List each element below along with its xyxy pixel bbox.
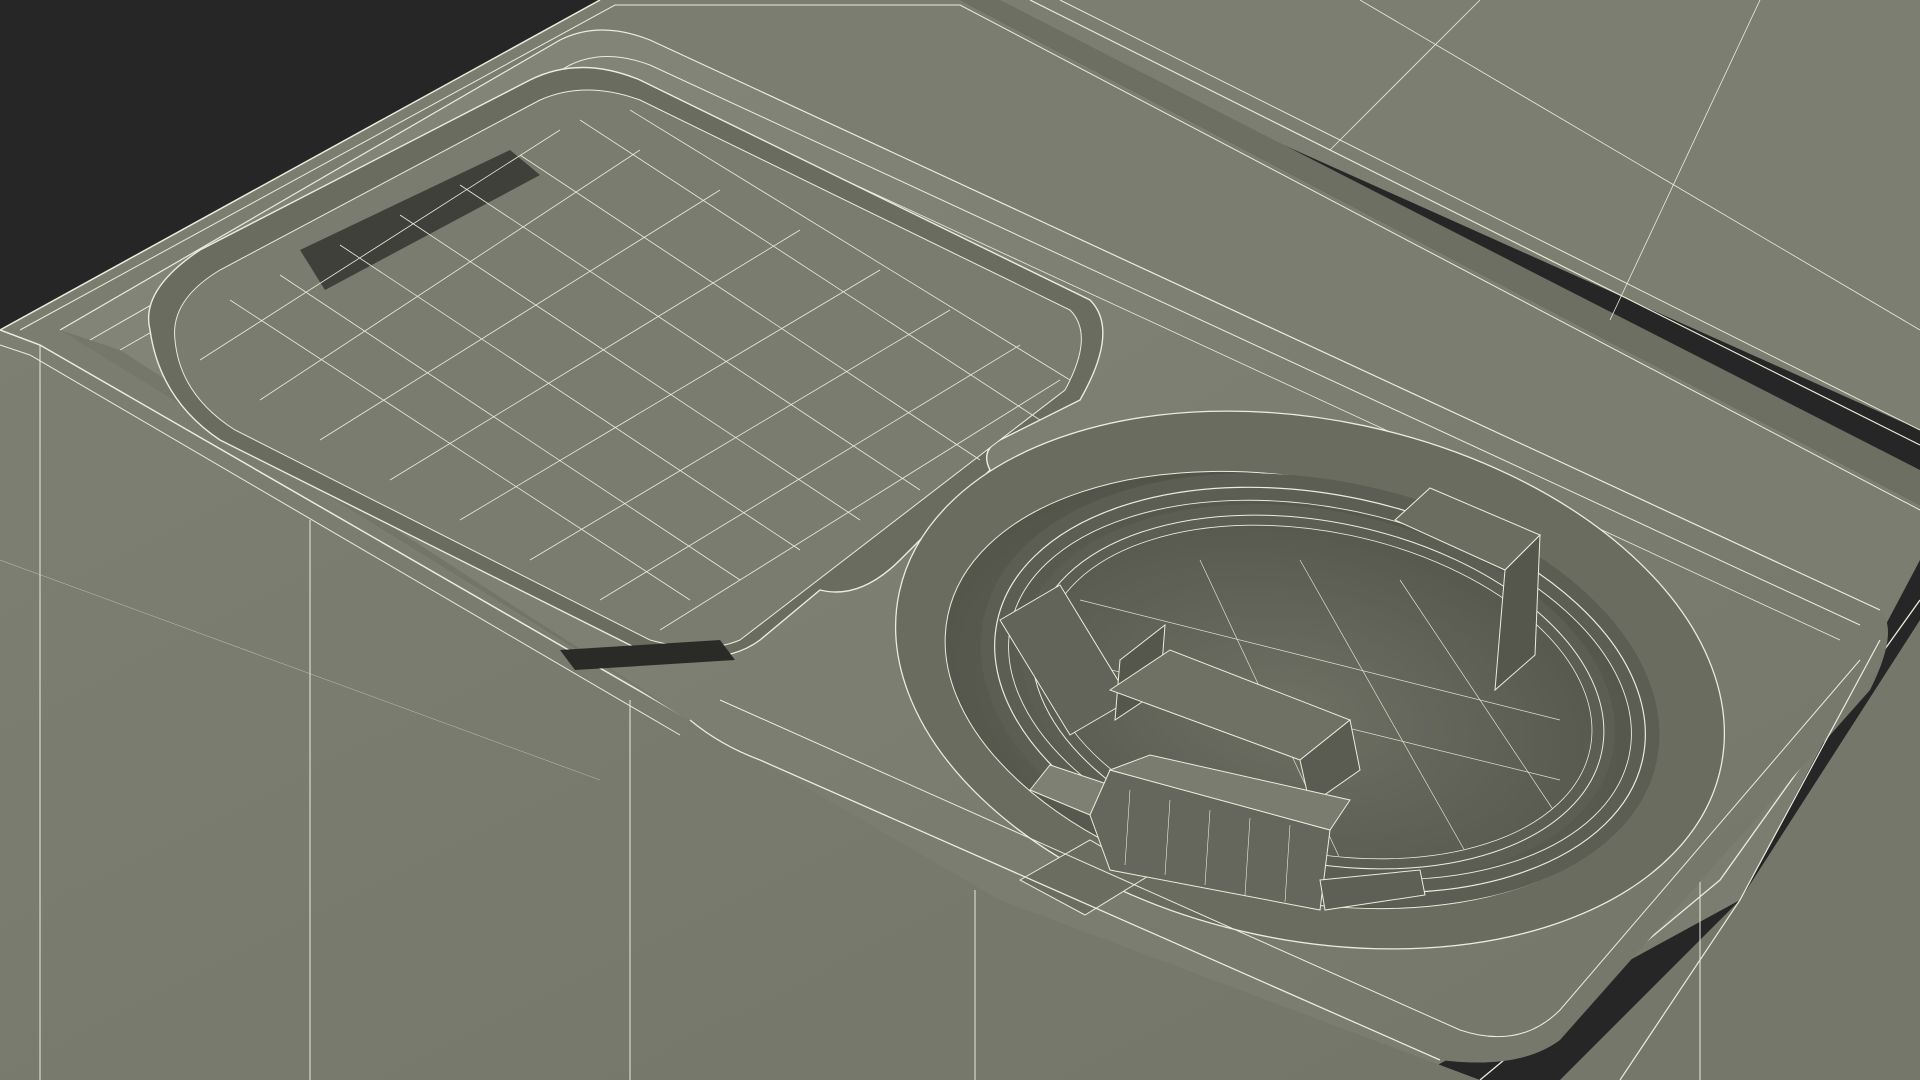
wireframe-render [0, 0, 1920, 1080]
render-viewport [0, 0, 1920, 1080]
